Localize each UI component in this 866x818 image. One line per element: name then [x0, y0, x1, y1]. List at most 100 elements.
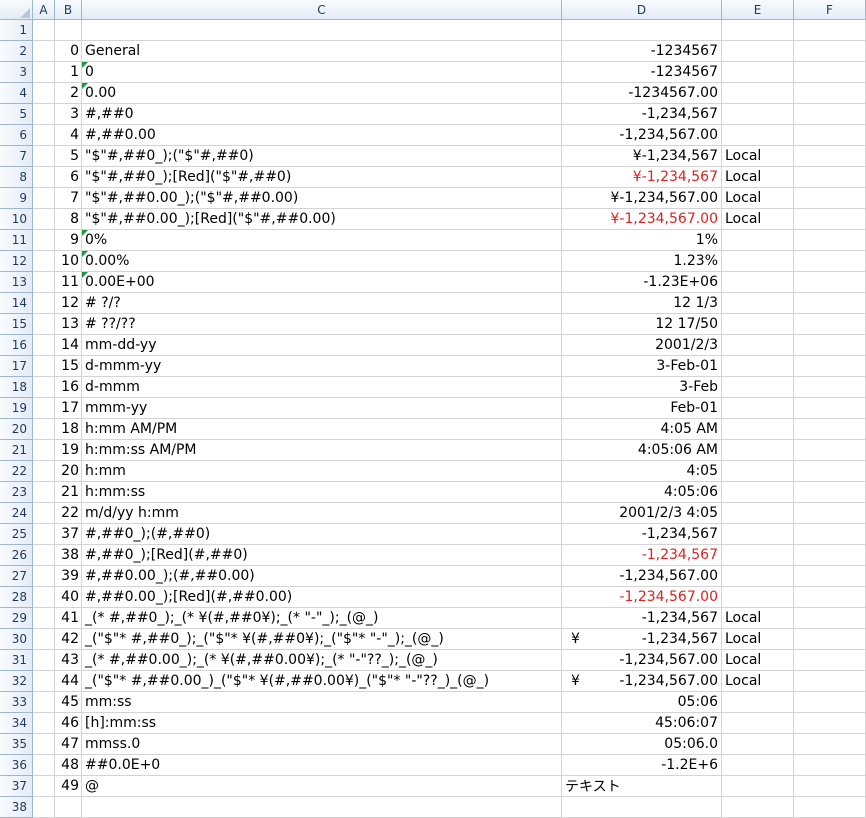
- cell-c[interactable]: mmss.0: [82, 734, 562, 755]
- row-header[interactable]: 29: [0, 608, 33, 629]
- cell-d[interactable]: 2001/2/3 4:05: [562, 503, 722, 524]
- select-all-corner[interactable]: [0, 0, 33, 20]
- cell-b[interactable]: 2: [55, 83, 82, 104]
- cell-e[interactable]: [722, 545, 794, 566]
- cell-b[interactable]: 15: [55, 356, 82, 377]
- row-header[interactable]: 7: [0, 146, 33, 167]
- cell-d[interactable]: -1.23E+06: [562, 272, 722, 293]
- cell-b[interactable]: 5: [55, 146, 82, 167]
- cell-f[interactable]: [794, 545, 866, 566]
- cell-e[interactable]: [722, 230, 794, 251]
- cell-d[interactable]: 4:05 AM: [562, 419, 722, 440]
- cell-b[interactable]: 9: [55, 230, 82, 251]
- cell-b[interactable]: 48: [55, 755, 82, 776]
- cell-b[interactable]: 3: [55, 104, 82, 125]
- cell-b[interactable]: 19: [55, 440, 82, 461]
- cell-b[interactable]: 7: [55, 188, 82, 209]
- cell-b[interactable]: 10: [55, 251, 82, 272]
- row-header[interactable]: 15: [0, 314, 33, 335]
- cell-d[interactable]: -1,234,567.00: [562, 566, 722, 587]
- cell-f[interactable]: [794, 146, 866, 167]
- cell-c[interactable]: mm-dd-yy: [82, 335, 562, 356]
- cell-a[interactable]: [33, 461, 55, 482]
- cell-b[interactable]: 18: [55, 419, 82, 440]
- cell-f[interactable]: [794, 125, 866, 146]
- row-header[interactable]: 22: [0, 461, 33, 482]
- cell-c[interactable]: "$"#,##0_);[Red]("$"#,##0): [82, 167, 562, 188]
- cell-d[interactable]: 1%: [562, 230, 722, 251]
- cell-e[interactable]: [722, 734, 794, 755]
- cell-b[interactable]: 0: [55, 41, 82, 62]
- cell-c[interactable]: h:mm:ss AM/PM: [82, 440, 562, 461]
- cell-b[interactable]: 6: [55, 167, 82, 188]
- cell-f[interactable]: [794, 230, 866, 251]
- row-header[interactable]: 9: [0, 188, 33, 209]
- cell-b[interactable]: 21: [55, 482, 82, 503]
- cell-a[interactable]: [33, 755, 55, 776]
- cell-a[interactable]: [33, 587, 55, 608]
- cell-c[interactable]: h:mm:ss: [82, 482, 562, 503]
- column-header-c[interactable]: C: [82, 0, 562, 19]
- cell-d[interactable]: ¥-1,234,567.00: [562, 188, 722, 209]
- cell-f[interactable]: [794, 524, 866, 545]
- cell-a[interactable]: [33, 188, 55, 209]
- column-header-f[interactable]: F: [794, 0, 866, 19]
- cell-a[interactable]: [33, 125, 55, 146]
- row-header[interactable]: 38: [0, 797, 33, 818]
- cell-e[interactable]: [722, 125, 794, 146]
- cell-a[interactable]: [33, 104, 55, 125]
- cell-d[interactable]: [562, 797, 722, 818]
- cell-e[interactable]: [722, 251, 794, 272]
- cell-f[interactable]: [794, 734, 866, 755]
- cell-a[interactable]: [33, 398, 55, 419]
- cell-b[interactable]: 39: [55, 566, 82, 587]
- cell-a[interactable]: [33, 671, 55, 692]
- row-header[interactable]: 25: [0, 524, 33, 545]
- row-header[interactable]: 36: [0, 755, 33, 776]
- cell-c[interactable]: _("$"* #,##0.00_)_("$"* ¥(#,##0.00¥)_("$…: [82, 671, 562, 692]
- cell-d[interactable]: 05:06.0: [562, 734, 722, 755]
- cell-c[interactable]: "$"#,##0_);("$"#,##0): [82, 146, 562, 167]
- cell-d[interactable]: -1234567: [562, 41, 722, 62]
- cell-f[interactable]: [794, 503, 866, 524]
- cell-b[interactable]: 13: [55, 314, 82, 335]
- cell-f[interactable]: [794, 650, 866, 671]
- row-header[interactable]: 14: [0, 293, 33, 314]
- cell-d[interactable]: ¥-1,234,567.00: [562, 209, 722, 230]
- cell-e[interactable]: [722, 755, 794, 776]
- cell-e[interactable]: Local: [722, 650, 794, 671]
- cell-a[interactable]: [33, 272, 55, 293]
- row-header[interactable]: 1: [0, 20, 33, 41]
- cell-c[interactable]: _(* #,##0.00_);_(* ¥(#,##0.00¥);_(* "-"?…: [82, 650, 562, 671]
- row-header[interactable]: 30: [0, 629, 33, 650]
- cell-a[interactable]: [33, 524, 55, 545]
- cell-c[interactable]: 0.00: [82, 83, 562, 104]
- cell-f[interactable]: [794, 209, 866, 230]
- cell-f[interactable]: [794, 293, 866, 314]
- cell-a[interactable]: [33, 608, 55, 629]
- cell-e[interactable]: [722, 293, 794, 314]
- row-header[interactable]: 35: [0, 734, 33, 755]
- cell-a[interactable]: [33, 440, 55, 461]
- cell-a[interactable]: [33, 356, 55, 377]
- cell-b[interactable]: 49: [55, 776, 82, 797]
- cell-b[interactable]: 41: [55, 608, 82, 629]
- cell-e[interactable]: [722, 335, 794, 356]
- cell-f[interactable]: [794, 692, 866, 713]
- cell-f[interactable]: [794, 356, 866, 377]
- cell-a[interactable]: [33, 335, 55, 356]
- cell-c[interactable]: #,##0: [82, 104, 562, 125]
- cell-c[interactable]: h:mm: [82, 461, 562, 482]
- cell-b[interactable]: 44: [55, 671, 82, 692]
- cell-a[interactable]: [33, 146, 55, 167]
- cell-c[interactable]: [h]:mm:ss: [82, 713, 562, 734]
- cell-a[interactable]: [33, 650, 55, 671]
- row-header[interactable]: 5: [0, 104, 33, 125]
- row-header[interactable]: 4: [0, 83, 33, 104]
- cell-b[interactable]: 12: [55, 293, 82, 314]
- cell-d[interactable]: 1.23%: [562, 251, 722, 272]
- row-header[interactable]: 16: [0, 335, 33, 356]
- cell-b[interactable]: 11: [55, 272, 82, 293]
- cell-a[interactable]: [33, 293, 55, 314]
- cell-e[interactable]: Local: [722, 608, 794, 629]
